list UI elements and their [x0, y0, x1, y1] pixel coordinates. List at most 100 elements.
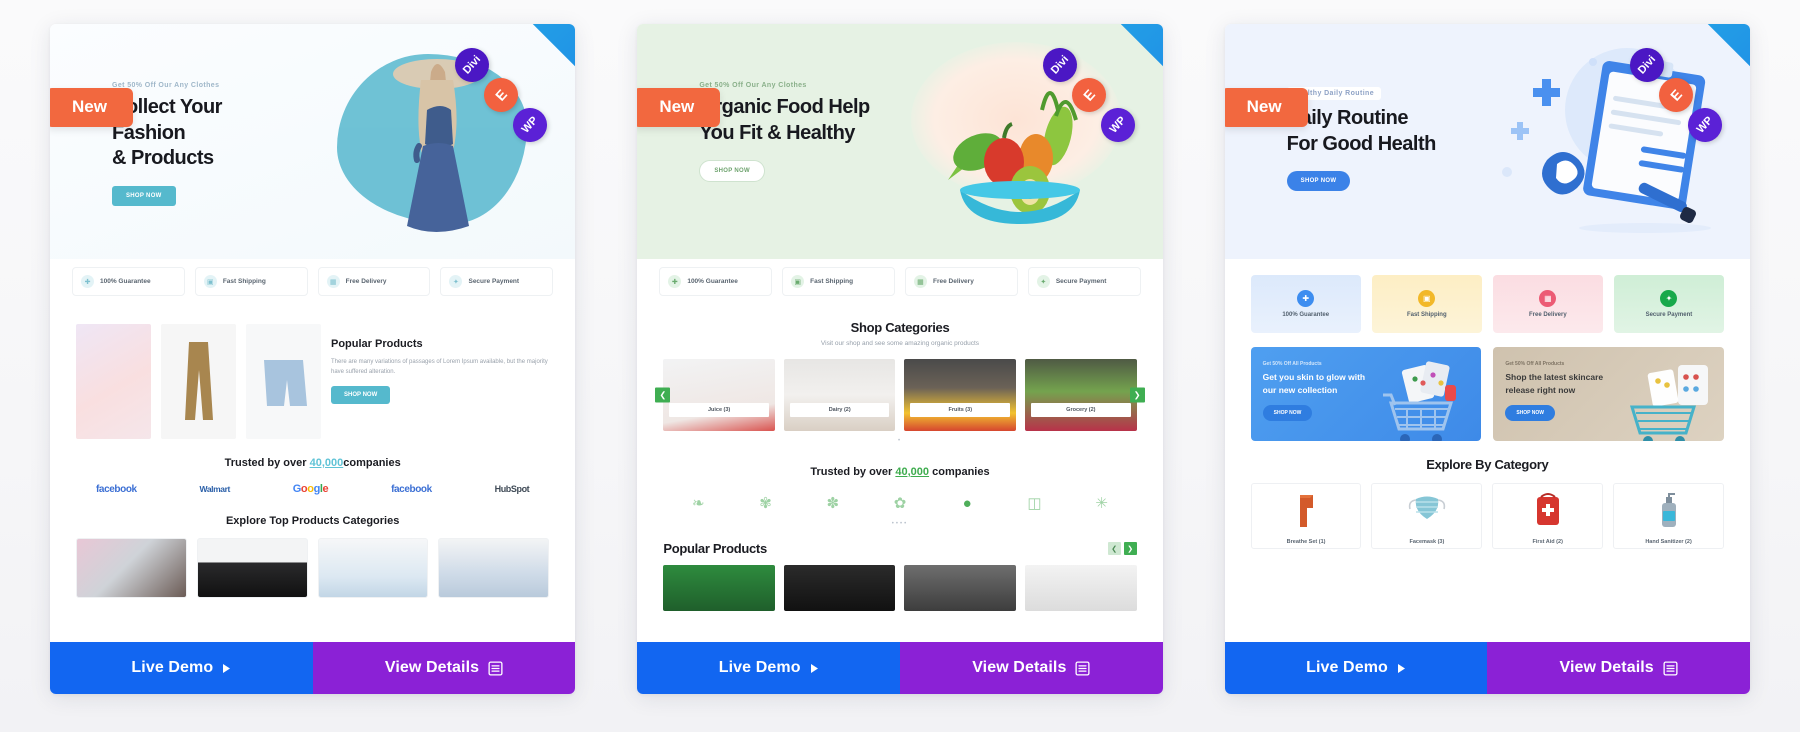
product-thumb[interactable]	[663, 565, 775, 611]
sun-icon: ✳	[1095, 495, 1108, 512]
hero-shop-now-button[interactable]: SHOP NOW	[1286, 171, 1351, 192]
view-details-label: View Details	[972, 659, 1067, 676]
feature-tile[interactable]: ✚ 100% Guarantee	[1250, 275, 1361, 333]
truck-icon: ▣	[1418, 290, 1436, 307]
carousel-next-icon[interactable]: ❯	[1123, 542, 1137, 555]
feature-label: Fast Shipping	[222, 278, 266, 285]
trusted-heading: Trusted by over 40,000 companies	[663, 466, 1136, 478]
truck-icon: ▣	[203, 275, 217, 288]
feature-tile[interactable]: ✦ Secure Payment	[1613, 275, 1724, 333]
shop-category-label: Dairy (2)	[789, 403, 890, 417]
facebook-logo: facebook	[391, 483, 432, 495]
document-icon	[1663, 660, 1678, 676]
view-details-button[interactable]: View Details	[900, 642, 1163, 694]
feature-pill: ✦ Secure Payment	[440, 267, 554, 296]
category-tile[interactable]: Hand Sanitizer (2)	[1613, 483, 1724, 549]
shop-categories-subtitle: Visit our shop and see some amazing orga…	[820, 340, 980, 347]
template-card-fashion[interactable]: Get 50% Off Our Any Clothes Collect Your…	[50, 24, 576, 694]
template-card-health[interactable]: Healthy Daily Routine Daily Routine For …	[1224, 24, 1750, 694]
category-tile[interactable]	[317, 538, 429, 598]
promo-banner[interactable]: Get 50% Off All Products Shop the latest…	[1493, 347, 1724, 441]
carousel-next-icon[interactable]: ❯	[1129, 387, 1145, 403]
promo-shop-now-button[interactable]: SHOP NOW	[1262, 404, 1313, 421]
popular-products-heading: Popular Products	[663, 541, 767, 556]
logo-carousel-dots[interactable]: ••••	[663, 521, 1136, 527]
box-icon: ▦	[326, 275, 340, 288]
category-tile[interactable]	[196, 538, 308, 598]
trusted-prefix: Trusted by over	[224, 457, 310, 469]
card-actions: Live Demo View Details	[1224, 642, 1750, 694]
category-tile[interactable]: Facemask (3)	[1371, 483, 1483, 549]
shop-category-card[interactable]: Dairy (2)	[783, 359, 896, 431]
shop-category-card[interactable]: Fruits (3)	[904, 359, 1017, 431]
category-label: Facemask (3)	[1409, 539, 1445, 545]
explore-heading: Explore Top Products Categories	[225, 515, 400, 527]
shop-categories-section: Shop Categories Visit our shop and see s…	[637, 304, 1162, 611]
live-demo-label: Live Demo	[131, 659, 214, 676]
trusted-suffix: companies	[932, 466, 990, 478]
new-badge: New	[1224, 88, 1308, 127]
feature-label: Fast Shipping	[810, 278, 854, 285]
lotus-icon: ✽	[826, 495, 840, 512]
product-thumb[interactable]	[246, 324, 321, 439]
feature-label: Free Delivery	[1529, 312, 1567, 318]
category-tile[interactable]: First Aid (2)	[1492, 483, 1604, 549]
shop-category-card[interactable]: Grocery (2)	[1025, 359, 1137, 431]
shop-categories-row: ❮ Juice (3) Dairy (2) Fruits (3) Grocery…	[655, 359, 1145, 431]
play-arrow-icon	[1397, 663, 1405, 673]
lock-icon: ✦	[1036, 275, 1050, 288]
card-actions: Live Demo View Details	[50, 642, 576, 694]
template-card-organic[interactable]: Get 50% Off Our Any Clothes Organic Food…	[637, 24, 1163, 694]
carousel-prev-icon[interactable]: ❮	[655, 387, 671, 403]
carousel-prev-icon[interactable]: ❮	[1107, 542, 1121, 555]
live-demo-button[interactable]: Live Demo	[50, 642, 313, 694]
category-tile[interactable]	[438, 538, 550, 598]
promo-heading: Shop the latest skincare release right n…	[1505, 372, 1604, 395]
play-arrow-icon	[223, 663, 231, 673]
product-thumb[interactable]	[161, 324, 236, 439]
popular-products-heading: Popular Products	[331, 338, 423, 350]
product-thumb[interactable]	[1025, 565, 1137, 611]
hero-section: Get 50% Off Our Any Clothes Collect Your…	[50, 24, 576, 259]
lotus-icon: ✾	[759, 495, 772, 512]
card-actions: Live Demo View Details	[637, 642, 1163, 694]
explore-category-row: Breathe Set (1) Facemask (3) First Aid (…	[1250, 483, 1724, 549]
live-demo-button[interactable]: Live Demo	[637, 642, 900, 694]
feature-label: 100% Guarantee	[100, 278, 151, 285]
promo-banner-row: Get 50% Off All Products Get you skin to…	[1225, 333, 1750, 441]
shop-category-label: Fruits (3)	[910, 403, 1011, 417]
feature-tile-row: ✚ 100% Guarantee ▣ Fast Shipping ▦ Free …	[1225, 259, 1750, 333]
category-tile[interactable]	[76, 538, 187, 598]
walmart-logo: Walmart	[199, 484, 231, 494]
play-arrow-icon	[810, 663, 818, 673]
popular-shop-now-button[interactable]: SHOP NOW	[331, 386, 391, 405]
feature-label: Secure Payment	[468, 278, 520, 285]
leaf-square-icon: ◫	[1027, 495, 1042, 512]
feature-tile[interactable]: ▦ Free Delivery	[1492, 275, 1603, 333]
facebook-logo: facebook	[96, 483, 137, 495]
carousel-dots[interactable]: •	[663, 438, 1136, 444]
promo-shop-now-button[interactable]: SHOP NOW	[1505, 404, 1556, 421]
feature-tile[interactable]: ▣ Fast Shipping	[1371, 275, 1482, 333]
category-tile[interactable]: Breathe Set (1)	[1250, 483, 1362, 549]
shop-category-card[interactable]: Juice (3)	[663, 359, 775, 431]
live-demo-label: Live Demo	[1306, 659, 1388, 676]
feature-pill: ✚ 100% Guarantee	[72, 267, 185, 296]
document-icon	[1075, 660, 1091, 676]
preview-viewport: Get 50% Off Our Any Clothes Collect Your…	[50, 24, 576, 642]
feature-pill: ▦ Free Delivery	[317, 267, 431, 296]
product-thumb[interactable]	[76, 324, 151, 439]
hero-shop-now-button[interactable]: SHOP NOW	[699, 160, 765, 183]
popular-products-text: Popular Products There are many variatio…	[331, 324, 549, 405]
product-thumb[interactable]	[783, 565, 896, 611]
hero-shop-now-button[interactable]: SHOP NOW	[112, 185, 176, 206]
box-icon: ▦	[913, 275, 927, 288]
product-thumb[interactable]	[904, 565, 1017, 611]
hero-section: Get 50% Off Our Any Clothes Organic Food…	[637, 24, 1163, 259]
promo-banner[interactable]: Get 50% Off All Products Get you skin to…	[1250, 347, 1482, 441]
first-aid-icon	[1536, 493, 1559, 525]
view-details-button[interactable]: View Details	[1487, 642, 1750, 694]
popular-products-section: Popular Products There are many variatio…	[50, 304, 575, 598]
view-details-button[interactable]: View Details	[312, 642, 576, 694]
live-demo-button[interactable]: Live Demo	[1224, 642, 1488, 694]
